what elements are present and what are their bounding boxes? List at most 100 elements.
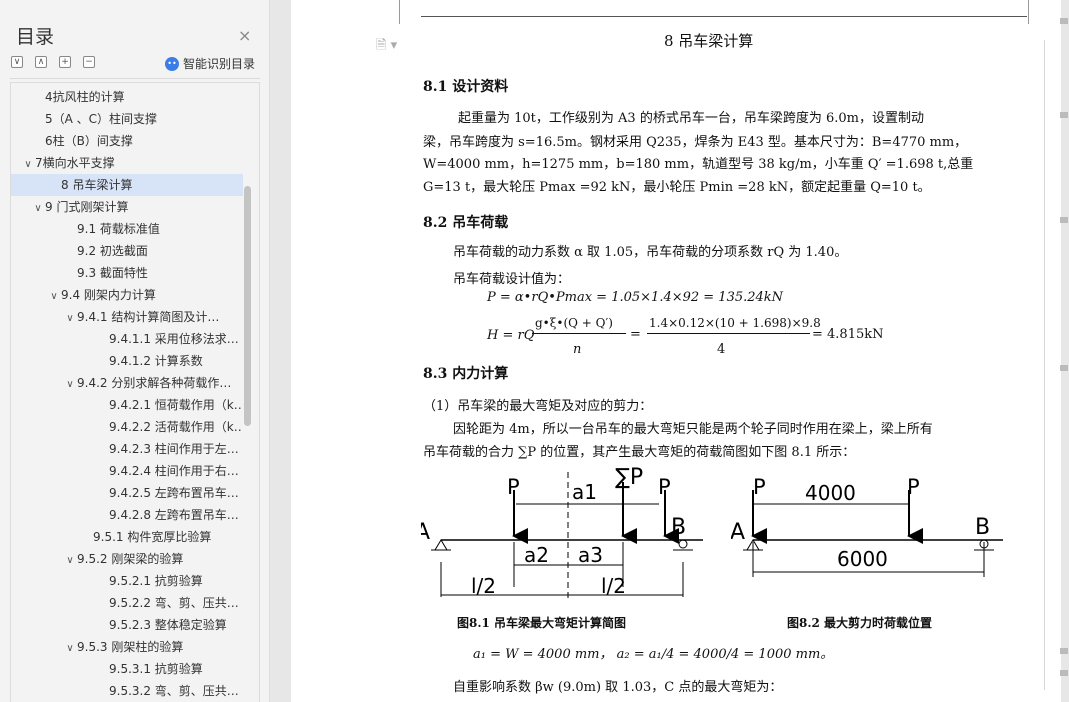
section-8-3-title: 8.3 内力计算 <box>423 366 509 382</box>
toc-item-label: 9.5.2.1 抗剪验算 <box>109 574 203 588</box>
label-b: B <box>975 515 990 540</box>
chapter-title: 8 吊车梁计算 <box>664 32 754 50</box>
toc-item[interactable]: ∨ 7横向水平支撑 <box>11 152 243 174</box>
toc-item-label: 9.4.2.1 恒荷载作用（k… <box>109 398 243 412</box>
label-a2: a2 <box>524 543 549 567</box>
toc-item[interactable]: 9.5.3.2 弯、剪、压共… <box>11 680 243 702</box>
fraction-bar <box>532 333 626 334</box>
figure-8-2: P 4000 P A B 6000 <box>731 475 1003 577</box>
toc-item-label: 9.4.2 分别求解各种荷载作… <box>77 376 232 390</box>
toc-item-label: 9.5.3.1 抗剪验算 <box>109 662 203 676</box>
remove-icon[interactable]: − <box>83 56 95 68</box>
toc-item-label: 9.4.1.2 计算系数 <box>109 354 203 368</box>
toc-item[interactable]: 9.2 初选截面 <box>11 240 243 262</box>
toc-item[interactable]: 9.4.2.2 活荷载作用（k… <box>11 416 243 438</box>
scroll-marker[interactable] <box>1060 217 1068 223</box>
toc-item[interactable]: 8 吊车梁计算 <box>11 174 243 196</box>
formula-h-result: = 4.815kN <box>812 327 884 342</box>
toc-item[interactable]: 9.5.1 构件宽厚比验算 <box>11 526 243 548</box>
label-6000: 6000 <box>837 547 888 571</box>
toc-item[interactable]: 9.4.1.1 采用位移法求… <box>11 328 243 350</box>
toc-item-label: 9.4.1.1 采用位移法求… <box>109 332 239 346</box>
toc-item[interactable]: 9.3 截面特性 <box>11 262 243 284</box>
label-a3: a3 <box>578 543 603 567</box>
toc-item[interactable]: 9.5.2.3 整体稳定验算 <box>11 614 243 636</box>
close-icon[interactable]: × <box>238 26 251 45</box>
scroll-marker[interactable] <box>1060 112 1068 118</box>
chevron-down-icon[interactable]: ∨ <box>63 308 77 328</box>
pin-support-a <box>434 539 448 551</box>
label-b: B <box>671 515 686 540</box>
toc-item[interactable]: 9.4.2.1 恒荷载作用（k… <box>11 394 243 416</box>
roller-support-b <box>678 539 688 549</box>
equals-sign: = <box>630 327 641 342</box>
formula-a: a₁ = W = 4000 mm， a₂ = a₁/4 = 4000/4 = 1… <box>473 647 834 662</box>
chevron-down-icon[interactable]: ∨ <box>21 154 35 174</box>
paragraph-line: 梁，吊车跨度为 s=16.5m。钢材采用 Q235，焊条为 E43 型。基本尺寸… <box>423 135 968 150</box>
ai-icon: •• <box>165 56 179 71</box>
toc-item[interactable]: ∨ 9.5.3 刚架柱的验算 <box>11 636 243 658</box>
page-icon[interactable]: 🗎 ▾ <box>376 36 397 58</box>
figure-8-2-caption: 图8.2 最大剪力时荷载位置 <box>787 616 933 630</box>
paragraph-line: 吊车荷载的合力 ∑P 的位置，其产生最大弯矩的荷载简图如下图 8.1 所示： <box>423 445 856 460</box>
toc-item[interactable]: 9.4.2.5 左跨布置吊车… <box>11 482 243 504</box>
toc-item[interactable]: 4抗风柱的计算 <box>11 86 243 108</box>
toc-item[interactable]: 9.4.2.4 柱间作用于右… <box>11 460 243 482</box>
section-8-2-title: 8.2 吊车荷载 <box>423 215 509 231</box>
toc-item[interactable]: ∨ 9 门式刚架计算 <box>11 196 243 218</box>
label-l2-left: l/2 <box>471 574 496 598</box>
smart-toc-button[interactable]: •• 智能识别目录 <box>165 55 255 72</box>
chevron-down-icon[interactable]: ∨ <box>47 286 61 306</box>
formula-h-num1: g•ξ•(Q + Q′) <box>535 316 613 330</box>
toc-item-label: 9.3 截面特性 <box>77 266 148 280</box>
label-a: A <box>421 520 430 545</box>
label-p-right: P <box>907 475 920 499</box>
label-a1: a1 <box>572 480 597 504</box>
toc-item-label: 9 门式刚架计算 <box>45 200 129 214</box>
figure-8-1-caption: 图8.1 吊车梁最大弯矩计算简图 <box>457 616 627 630</box>
toc-item-label: 9.5.2 刚架梁的验算 <box>77 552 184 566</box>
paragraph-line: 起重量为 10t，工作级别为 A3 的桥式吊车一台，吊车梁跨度为 6.0m，设置… <box>458 111 924 126</box>
label-p-left: P <box>507 475 520 499</box>
toc-item[interactable]: ∨ 9.4 刚架内力计算 <box>11 284 243 306</box>
scroll-marker[interactable] <box>1060 648 1068 654</box>
scroll-marker[interactable] <box>1060 670 1068 676</box>
toc-item[interactable]: ∨ 9.5.2 刚架梁的验算 <box>11 548 243 570</box>
toc-item-label: 9.5.3.2 弯、剪、压共… <box>109 684 239 698</box>
add-icon[interactable]: + <box>59 56 71 68</box>
scroll-marker[interactable] <box>1060 18 1068 24</box>
toc-item[interactable]: 9.4.2.8 左跨布置吊车… <box>11 504 243 526</box>
toc-item[interactable]: 9.4.2.3 柱间作用于左… <box>11 438 243 460</box>
toc-item[interactable]: ∨ 9.4.1 结构计算简图及计… <box>11 306 243 328</box>
toc-item[interactable]: ∨ 9.4.2 分别求解各种荷载作… <box>11 372 243 394</box>
toc-item-label: 9.1 荷载标准值 <box>77 222 160 236</box>
toc-item-label: 9.4 刚架内力计算 <box>61 288 156 302</box>
expand-up-icon[interactable]: ∧ <box>35 56 47 68</box>
section-8-1-title: 8.1 设计资料 <box>423 79 509 95</box>
chevron-down-icon[interactable]: ∨ <box>63 638 77 658</box>
chevron-down-icon[interactable]: ∨ <box>31 198 45 218</box>
toc-item[interactable]: 9.5.2.1 抗剪验算 <box>11 570 243 592</box>
scroll-marker[interactable] <box>1060 365 1068 371</box>
formula-h-den2: 4 <box>717 342 726 357</box>
toc-item-label: 9.4.2.4 柱间作用于右… <box>109 464 239 478</box>
toc-item-label: 9.5.2.3 整体稳定验算 <box>109 618 227 632</box>
toc-item-label: 9.4.2.3 柱间作用于左… <box>109 442 239 456</box>
paragraph-line: 吊车荷载设计值为： <box>453 272 571 287</box>
toc-item-label: 8 吊车梁计算 <box>61 178 133 192</box>
chevron-down-icon[interactable]: ∨ <box>63 550 77 570</box>
collapse-all-icon[interactable]: ∨ <box>11 56 23 68</box>
toc-item[interactable]: 5（A 、C）柱间支撑 <box>11 108 243 130</box>
toc-scrollbar[interactable] <box>244 186 251 426</box>
toc-item-label: 4抗风柱的计算 <box>45 90 125 104</box>
toc-item-label: 9.5.3 刚架柱的验算 <box>77 640 184 654</box>
toc-item[interactable]: 9.1 荷载标准值 <box>11 218 243 240</box>
label-p-left: P <box>753 475 766 499</box>
chevron-down-icon[interactable]: ∨ <box>63 374 77 394</box>
toc-item[interactable]: 9.4.1.2 计算系数 <box>11 350 243 372</box>
toc-item-label: 9.2 初选截面 <box>77 244 148 258</box>
toc-item[interactable]: 6柱（B）间支撑 <box>11 130 243 152</box>
toc-item[interactable]: 9.5.2.2 弯、剪、压共… <box>11 592 243 614</box>
paragraph-line: 自重影响系数 βw (9.0m) 取 1.03，C 点的最大弯矩为： <box>453 680 783 695</box>
toc-item[interactable]: 9.5.3.1 抗剪验算 <box>11 658 243 680</box>
